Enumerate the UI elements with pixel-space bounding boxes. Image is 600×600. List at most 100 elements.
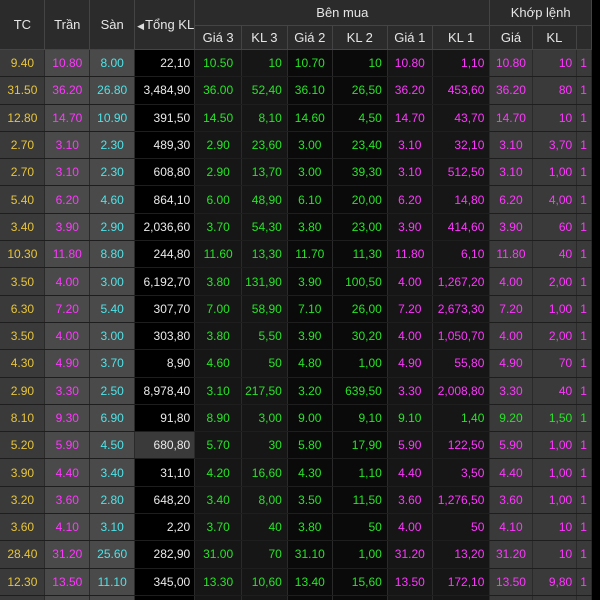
ceiling-price-cell: 3.60	[44, 486, 91, 515]
buy-price1-cell: 5.90	[387, 431, 433, 460]
table-row[interactable]: 12.80 14.70 10.90 391,50 14.50 8,10 14.60 4,50 1…	[0, 104, 592, 132]
buy-price2-cell: 3.90	[287, 267, 333, 296]
ref-price-cell: 6.30	[0, 295, 46, 323]
buy-price1-cell: 6.80	[387, 595, 433, 600]
table-row[interactable]: 3.90 4.40 3.40 31,10 4.20 16,60 4.30 1,10 4.40 3,…	[0, 458, 592, 487]
ref-price-cell: 2.90	[0, 377, 46, 405]
floor-price-cell: 3.40	[89, 458, 136, 487]
match-extra-cell: 1	[576, 213, 592, 242]
header-tong-kl-label: Tổng KL	[145, 17, 195, 32]
total-volume-cell: 648,20	[134, 486, 196, 515]
header-gia[interactable]: Giá	[489, 25, 533, 50]
total-volume-cell: 303,80	[134, 322, 196, 351]
ceiling-price-cell: 14.70	[44, 104, 91, 132]
buy-vol1-cell: 32,10	[432, 131, 491, 160]
header-gia2[interactable]: Giá 2	[287, 25, 333, 50]
buy-price1-cell: 14.70	[387, 104, 433, 132]
buy-vol2-cell: 30,20	[332, 322, 388, 351]
buy-price3-cell: 13.30	[194, 568, 243, 596]
ref-price-cell: 5.40	[0, 185, 46, 214]
buy-vol3-cell: 8,00	[241, 486, 288, 515]
table-row[interactable]: 2.90 3.30 2.50 8,978,40 3.10 217,50 3.20 639,50…	[0, 377, 592, 405]
table-row[interactable]: 3.50 4.00 3.00 6,192,70 3.80 131,90 3.90 100,50…	[0, 267, 592, 296]
buy-vol2-cell: 20,00	[332, 185, 388, 214]
total-volume-cell: 391,50	[134, 104, 196, 132]
buy-vol1-cell: 50	[432, 513, 491, 542]
table-row[interactable]: ×5.205.904.50680,805.70305.8017,905.9012…	[0, 431, 592, 460]
header-tc[interactable]: TC	[0, 0, 46, 50]
ref-price-cell: 3.50	[0, 322, 46, 351]
header-kl2[interactable]: KL 2	[332, 25, 388, 50]
table-row[interactable]: 12.30 13.50 11.10 345,00 13.30 10,60 13.40 15,6…	[0, 568, 592, 596]
collapse-left-icon[interactable]: ◀	[137, 21, 144, 31]
buy-vol3-cell: 58,90	[241, 295, 288, 323]
table-row[interactable]: 3.40 3.90 2.90 2,036,60 3.70 54,30 3.80 23,00 3.…	[0, 213, 592, 242]
table-row[interactable]: 6.30 7.20 5.40 307,70 7.00 58,90 7.10 26,00 7.20…	[0, 295, 592, 323]
header-gia3[interactable]: Giá 3	[194, 25, 243, 50]
header-kl[interactable]: KL	[532, 25, 578, 50]
header-row-top: TC Trần Sàn ◀Tổng KL Bên mua Khớp lệnh	[0, 0, 592, 50]
buy-vol3-cell: 13,70	[241, 158, 288, 187]
match-extra-cell: 1	[576, 568, 592, 596]
buy-vol3-cell: 13,30	[241, 240, 288, 269]
buy-vol2-cell: 639,50	[332, 377, 388, 405]
buy-price2-cell: 3.80	[287, 513, 333, 542]
buy-price3-cell: 6.00	[194, 185, 243, 214]
match-extra-cell: 1	[576, 240, 592, 269]
table-row[interactable]: 31.50 36.20 26.80 3,484,90 36.00 52,40 36.10 26…	[0, 76, 592, 105]
match-vol-cell: 10	[532, 104, 578, 132]
header-gia1[interactable]: Giá 1	[387, 25, 433, 50]
price-board-table: TC Trần Sàn ◀Tổng KL Bên mua Khớp lệnh G…	[0, 0, 592, 600]
table-row[interactable]: 3.20 3.60 2.80 648,20 3.40 8,00 3.50 11,50 3.60 1…	[0, 486, 592, 515]
total-volume-cell: 8,90	[134, 349, 196, 378]
buy-price1-cell: 4.00	[387, 322, 433, 351]
table-row[interactable]: 2.70 3.10 2.30 489,30 2.90 23,60 3.00 23,40 3.10…	[0, 131, 592, 160]
match-extra-cell: 1	[576, 458, 592, 487]
floor-price-cell: 2.80	[89, 486, 136, 515]
table-row[interactable]: 3.50 4.00 3.00 303,80 3.80 5,50 3.90 30,20 4.00 1…	[0, 322, 592, 351]
total-volume-cell: 282,90	[134, 540, 196, 569]
buy-price3-cell: 2.90	[194, 131, 243, 160]
table-row[interactable]: 28.40 31.20 25.60 282,90 31.00 70 31.10 1,00 31.…	[0, 540, 592, 569]
header-kl1[interactable]: KL 1	[432, 25, 491, 50]
buy-vol3-cell: 30	[241, 431, 288, 460]
table-row[interactable]: 3.60 4.10 3.10 2,20 3.70 40 3.80 50 4.00 50 4.10 10…	[0, 513, 592, 542]
ref-price-cell: 12.30	[0, 568, 46, 596]
match-price-cell: 14.70	[489, 104, 533, 132]
buy-vol2-cell: 39,30	[332, 158, 388, 187]
total-volume-cell: 8,978,40	[134, 377, 196, 405]
table-row[interactable]: 9.40 10.80 8.00 22,10 10.50 10 10.70 10 10.80 1,1…	[0, 49, 592, 78]
match-price-cell: 4.10	[489, 513, 533, 542]
header-tran[interactable]: Trần	[44, 0, 91, 50]
match-extra-cell: 1	[576, 158, 592, 187]
buy-price1-cell: 7.20	[387, 295, 433, 323]
floor-price-cell: 6.90	[89, 404, 136, 433]
header-san[interactable]: Sàn	[89, 0, 136, 50]
match-price-cell: 6.20	[489, 185, 533, 214]
ceiling-price-cell: 36.20	[44, 76, 91, 105]
match-extra-cell: 1	[576, 49, 592, 78]
header-kl3[interactable]: KL 3	[241, 25, 288, 50]
buy-price2-cell: 3.80	[287, 213, 333, 242]
buy-vol1-cell: 3,50	[432, 458, 491, 487]
ref-price-cell: 2.70	[0, 158, 46, 187]
buy-vol2-cell: 26,50	[332, 76, 388, 105]
buy-price2-cell: 6.60	[287, 595, 333, 600]
buy-vol1-cell: 1,40	[432, 404, 491, 433]
header-tong-kl[interactable]: ◀Tổng KL	[134, 0, 196, 50]
buy-price3-cell: 3.40	[194, 486, 243, 515]
buy-price1-cell: 3.10	[387, 158, 433, 187]
buy-vol1-cell: 14,80	[432, 185, 491, 214]
floor-price-cell: 5.60	[89, 595, 136, 600]
table-row[interactable]: 8.10 9.30 6.90 91,80 8.90 3,00 9.00 9,10 9.10 1,4…	[0, 404, 592, 433]
table-row[interactable]: 6.206.805.60192,606.501,506.601,006.8030…	[0, 595, 592, 600]
buy-vol3-cell: 131,90	[241, 267, 288, 296]
table-row[interactable]: 2.70 3.10 2.30 608,80 2.90 13,70 3.00 39,30 3.10…	[0, 158, 592, 187]
match-vol-cell: 1,00	[532, 295, 578, 323]
table-row[interactable]: 5.40 6.20 4.60 864,10 6.00 48,90 6.10 20,00 6.20…	[0, 185, 592, 214]
floor-price-cell: 3.00	[89, 267, 136, 296]
table-row[interactable]: 4.30 4.90 3.70 8,90 4.60 50 4.80 1,00 4.90 55,80 4…	[0, 349, 592, 378]
table-row[interactable]: 10.30 11.80 8.80 244,80 11.60 13,30 11.70 11,30…	[0, 240, 592, 269]
floor-price-cell: 2.30	[89, 131, 136, 160]
match-vol-cell: 1,50	[532, 404, 578, 433]
